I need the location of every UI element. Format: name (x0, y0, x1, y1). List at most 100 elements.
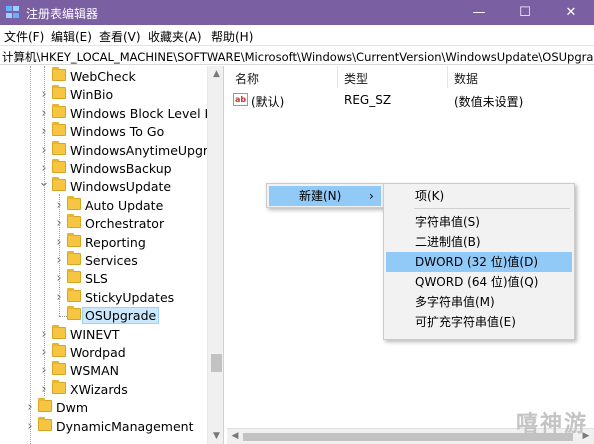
column-divider[interactable] (337, 66, 338, 88)
tree-item[interactable]: › XWizards (0, 379, 207, 398)
tree-item[interactable]: › Wordpad (0, 343, 207, 361)
folder-icon (52, 159, 66, 173)
menu-item-expandable-string-value[interactable]: 可扩充字符串值(E) (386, 312, 572, 332)
menu-item-qword-label: QWORD (64 位)值(Q) (415, 275, 539, 289)
folder-icon (52, 103, 66, 118)
tree-item-label: Orchestrator (85, 216, 165, 232)
tree-item[interactable]: › WINEVT (0, 324, 207, 343)
watermark-logo: 嘻神游 (516, 412, 589, 437)
folder-icon (67, 214, 81, 229)
tree-guide-line (30, 66, 31, 444)
tree-item[interactable]: › WinBio (0, 85, 207, 103)
minimize-button[interactable]: — (456, 0, 502, 25)
maximize-button[interactable]: ☐ (502, 0, 548, 25)
menu-item-multi-string-label: 多字符串值(M) (415, 295, 495, 309)
tree-item[interactable]: › WSMAN (0, 361, 207, 379)
tree-vertical-scrollbar[interactable]: ▲ ▼ (207, 66, 223, 444)
tree-item[interactable]: › Orchestrator (0, 214, 207, 232)
value-name[interactable]: (默认) (251, 93, 284, 110)
value-data: (数值未设置) (454, 95, 524, 109)
folder-icon (52, 122, 66, 137)
tree-item-label: Auto Update (85, 197, 164, 213)
menu-bar: 文件(F) 编辑(E) 查看(V) 收藏夹(A) 帮助(H) (0, 25, 594, 45)
regedit-window: 注册表编辑器 — ☐ ✕ 文件(F) 编辑(E) 查看(V) 收藏夹(A) 帮助… (0, 0, 594, 444)
tree-item[interactable]: › Auto Update (0, 195, 207, 214)
tree-item[interactable]: OSUpgrade (0, 306, 207, 325)
folder-icon (67, 232, 81, 247)
menu-edit[interactable]: 编辑(E) (51, 28, 92, 45)
tree-item-label: OSUpgrade (81, 307, 160, 325)
context-menu: 新建(N) › (266, 183, 384, 208)
menu-item-qword-value[interactable]: QWORD (64 位)值(Q) (386, 272, 572, 292)
menu-item-key[interactable]: 项(K) (386, 186, 572, 206)
column-header-type[interactable]: 类型 (344, 70, 368, 87)
folder-icon (38, 398, 52, 413)
tree-item-label: Wordpad (70, 345, 126, 360)
folder-icon (52, 177, 66, 192)
column-divider[interactable] (447, 66, 448, 88)
tree-item-label: WebCheck (70, 69, 136, 84)
tree-item[interactable]: › Windows Block Level Back (0, 103, 223, 122)
tree-item-label: StickyUpdates (85, 289, 175, 305)
menu-item-binary-value[interactable]: 二进制值(B) (386, 232, 572, 252)
scroll-down-arrow-icon[interactable]: ▼ (208, 428, 223, 444)
tree-item-label: WindowsUpdate (70, 179, 172, 195)
folder-icon (67, 195, 81, 210)
tree-item-label: WindowsAnytimeUpgrade (70, 142, 224, 158)
close-button[interactable]: ✕ (548, 0, 594, 25)
tree-item[interactable]: › Dwm (0, 398, 207, 416)
scroll-left-arrow-icon[interactable]: ◀ (227, 429, 243, 444)
menu-separator (414, 208, 570, 209)
tree-item-label: Dwm (56, 400, 89, 416)
menu-favorites[interactable]: 收藏夹(A) (148, 28, 202, 45)
menu-item-string-label: 字符串值(S) (415, 215, 480, 229)
folder-icon (52, 324, 66, 339)
tree-item-label: Reporting (85, 234, 146, 250)
menu-item-new[interactable]: 新建(N) › (269, 186, 381, 206)
tree-item[interactable]: › Reporting (0, 232, 207, 251)
tree-item-label: DynamicManagement (56, 418, 194, 434)
tree-item-label: WSMAN (70, 363, 119, 379)
menu-view[interactable]: 查看(V) (99, 28, 141, 45)
folder-icon (52, 85, 66, 100)
menu-item-dword-value[interactable]: DWORD (32 位)值(D) (386, 252, 572, 272)
tree-item[interactable]: › DynamicManagement (0, 416, 207, 435)
folder-icon (52, 361, 66, 376)
menu-file[interactable]: 文件(F) (4, 28, 44, 45)
submenu-arrow-icon: › (369, 189, 374, 203)
title-bar[interactable]: 注册表编辑器 — ☐ ✕ (0, 0, 594, 25)
window-title: 注册表编辑器 (26, 7, 99, 21)
menu-item-multi-string-value[interactable]: 多字符串值(M) (386, 292, 572, 312)
tree-item[interactable]: › WindowsAnytimeUpgrade (0, 140, 223, 159)
tree-item-label: SLS (85, 271, 108, 287)
tree-scroll-thumb[interactable] (211, 354, 222, 372)
tree-item[interactable]: › Services (0, 251, 207, 269)
tree-item[interactable]: › SLS (0, 269, 207, 287)
new-submenu: 项(K) 字符串值(S) 二进制值(B) DWORD (32 位)值(D) QW… (383, 183, 575, 340)
address-bar[interactable]: 计算机\HKEY_LOCAL_MACHINE\SOFTWARE\Microsof… (0, 45, 594, 65)
tree-item[interactable]: › Windows To Go (0, 122, 207, 140)
tree-item[interactable]: WebCheck (0, 67, 207, 85)
folder-icon (52, 343, 66, 357)
menu-item-binary-label: 二进制值(B) (415, 235, 481, 249)
menu-item-key-label: 项(K) (415, 189, 445, 203)
key-tree-pane: WebCheck › WinBio › Windows Block Level Back… (0, 66, 224, 444)
string-value-icon: ab (233, 93, 248, 106)
column-header-name[interactable]: 名称 (235, 70, 259, 87)
column-header-data[interactable]: 数据 (454, 70, 478, 87)
tree-item-label: XWizards (70, 381, 128, 397)
registry-editor-icon (6, 6, 19, 18)
menu-item-expandable-string-label: 可扩充字符串值(E) (415, 315, 516, 329)
scroll-up-arrow-icon[interactable]: ▲ (208, 66, 223, 82)
tree-item[interactable]: ⌄ WindowsUpdate (0, 175, 207, 195)
address-path: 计算机\HKEY_LOCAL_MACHINE\SOFTWARE\Microsof… (2, 50, 594, 64)
tree-item-label: Services (85, 253, 138, 268)
menu-item-new-label: 新建(N) (299, 189, 342, 203)
tree-guide-line (44, 66, 45, 396)
tree-guide-line (59, 194, 60, 316)
menu-help[interactable]: 帮助(H) (211, 28, 253, 45)
menu-item-string-value[interactable]: 字符串值(S) (386, 212, 572, 232)
tree-item[interactable]: › WindowsBackup (0, 159, 207, 177)
folder-icon (52, 140, 66, 155)
tree-item[interactable]: › StickyUpdates (0, 287, 207, 306)
